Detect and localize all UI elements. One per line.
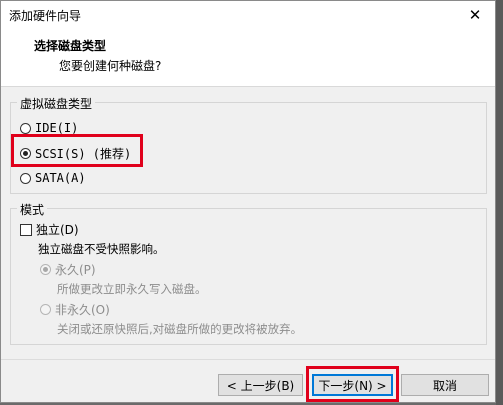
- persistent-description: 所做更改立即永久写入磁盘。: [57, 282, 207, 296]
- back-button[interactable]: < 上一步(B): [218, 374, 303, 396]
- radio-persistent-label: 永久(P): [55, 263, 96, 277]
- mode-group: 模式 独立(D) 独立磁盘不受快照影响。 永久(P) 所做更改立即永久写入磁盘。…: [10, 201, 487, 345]
- radio-scsi-indicator[interactable]: [20, 148, 31, 159]
- disk-type-group: 虚拟磁盘类型 IDE(I) SCSI(S) (推荐) SATA(A): [10, 95, 487, 194]
- radio-scsi-label: SCSI(S) (推荐): [35, 147, 132, 161]
- radio-persistent-indicator[interactable]: [40, 264, 51, 275]
- nonpersistent-description: 关闭或还原快照后,对磁盘所做的更改将被放弃。: [57, 322, 303, 336]
- independent-checkbox-label: 独立(D): [36, 223, 79, 237]
- radio-nonpersistent-indicator[interactable]: [40, 304, 51, 315]
- radio-ide[interactable]: IDE(I): [20, 121, 78, 135]
- independent-checkbox[interactable]: 独立(D): [20, 221, 79, 238]
- independent-checkbox-box[interactable]: [20, 223, 32, 236]
- radio-sata-label: SATA(A): [35, 171, 86, 185]
- radio-sata-indicator[interactable]: [20, 172, 31, 184]
- wizard-header: 选择磁盘类型 您要创建何种磁盘?: [1, 28, 495, 87]
- title-bar: 添加硬件向导 ✕: [1, 1, 495, 28]
- independent-description: 独立磁盘不受快照影响。: [38, 242, 165, 256]
- button-separator: [1, 359, 495, 360]
- next-button[interactable]: 下一步(N) >: [312, 374, 393, 396]
- radio-ide-label: IDE(I): [35, 121, 79, 135]
- disk-type-legend: 虚拟磁盘类型: [17, 95, 96, 112]
- cancel-button[interactable]: 取消: [401, 374, 489, 396]
- radio-nonpersistent[interactable]: 非永久(O): [40, 301, 110, 318]
- radio-sata[interactable]: SATA(A): [20, 171, 86, 185]
- background-strip: [496, 0, 503, 405]
- radio-scsi[interactable]: SCSI(S) (推荐): [20, 145, 131, 162]
- window-title: 添加硬件向导: [9, 9, 82, 23]
- radio-persistent[interactable]: 永久(P): [40, 261, 96, 278]
- radio-ide-indicator[interactable]: [20, 122, 31, 134]
- page-subtitle: 您要创建何种磁盘?: [59, 59, 162, 73]
- mode-legend: 模式: [17, 201, 48, 218]
- close-icon[interactable]: ✕: [455, 1, 495, 28]
- page-title: 选择磁盘类型: [34, 39, 107, 53]
- radio-nonpersistent-label: 非永久(O): [55, 303, 110, 317]
- add-hardware-wizard-window: 添加硬件向导 ✕ 选择磁盘类型 您要创建何种磁盘? 虚拟磁盘类型 IDE(I) …: [0, 0, 496, 403]
